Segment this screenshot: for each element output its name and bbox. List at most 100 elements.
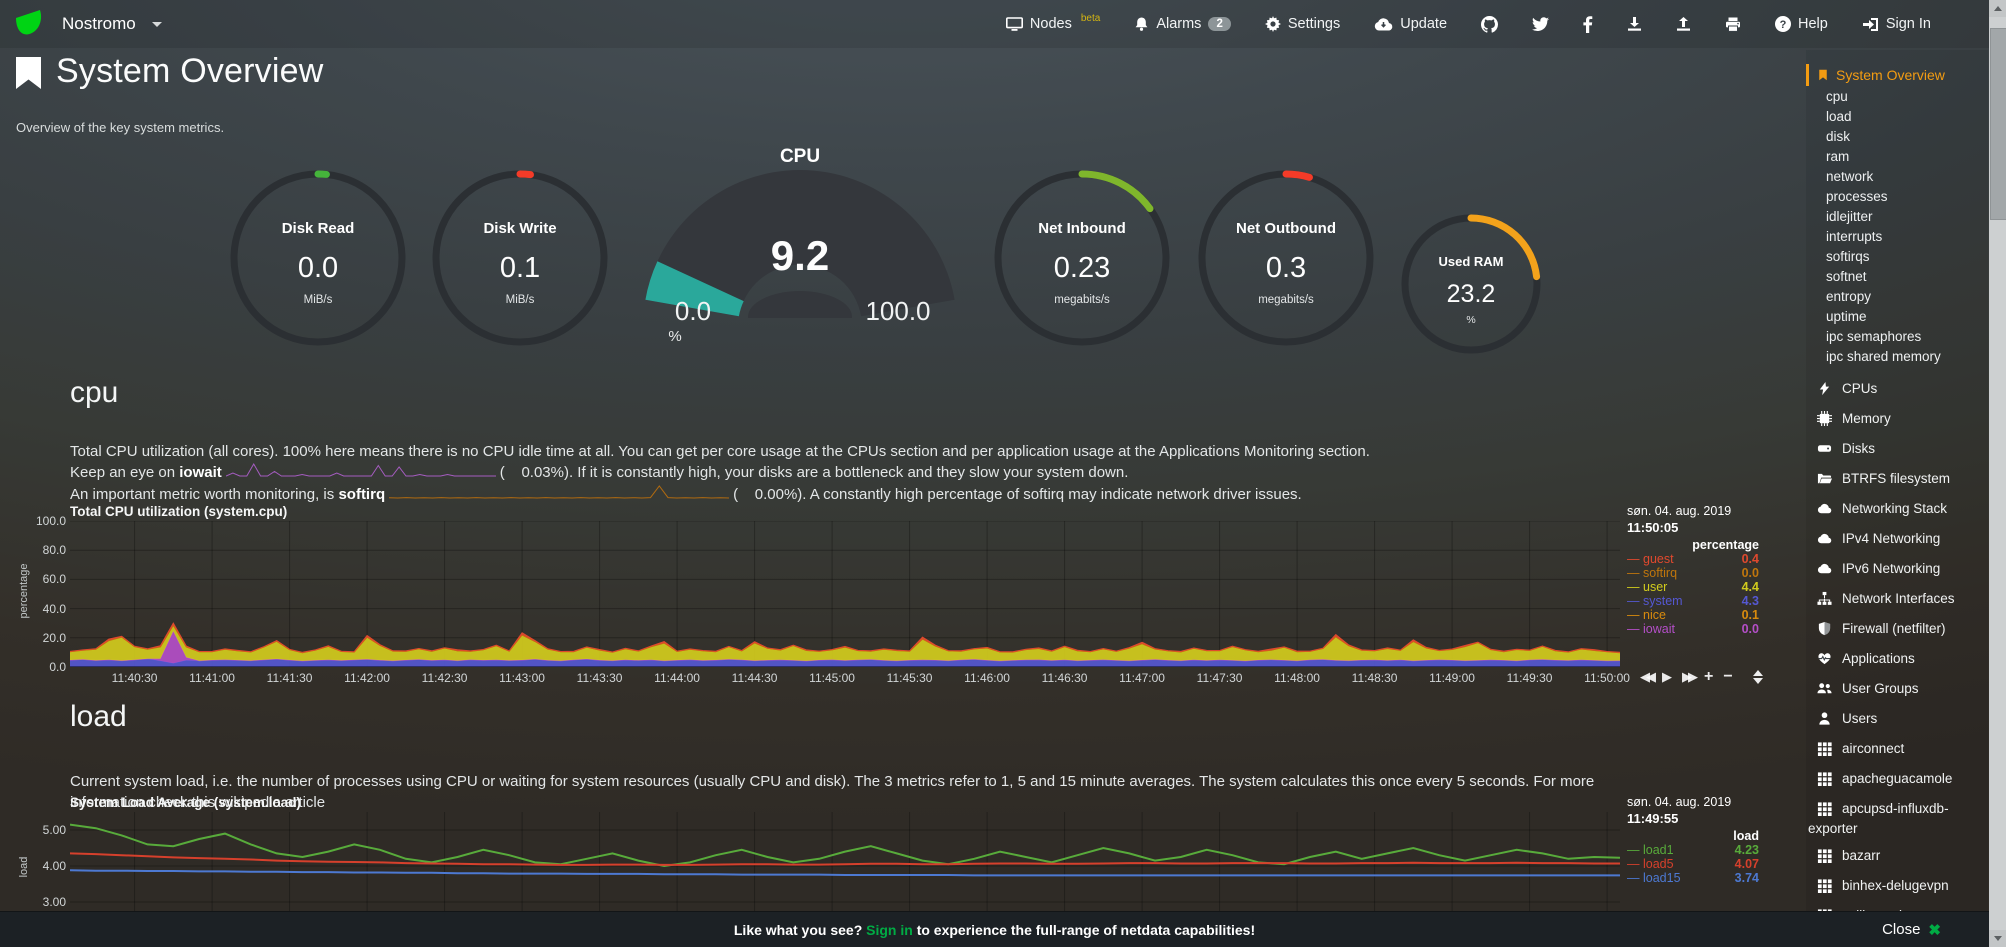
cloud-download-icon bbox=[1374, 17, 1393, 31]
signin-button[interactable]: Sign In bbox=[1862, 16, 1931, 32]
sidebar-item-network[interactable]: network bbox=[1806, 166, 1988, 186]
play-icon[interactable]: ▶ bbox=[1662, 669, 1672, 685]
twitter-button[interactable] bbox=[1532, 17, 1549, 32]
legend-item-guest[interactable]: —guest0.4 bbox=[1627, 552, 1759, 566]
zoom-out-icon[interactable]: − bbox=[1723, 668, 1732, 686]
download-button[interactable] bbox=[1627, 16, 1642, 32]
legend-item-system[interactable]: —system4.3 bbox=[1627, 594, 1759, 608]
settings-button[interactable]: Settings bbox=[1265, 16, 1340, 32]
scroll-down-arrow[interactable] bbox=[1989, 930, 2006, 947]
sidebar-item-entropy[interactable]: entropy bbox=[1806, 286, 1988, 306]
upload-button[interactable] bbox=[1676, 16, 1691, 32]
sidebar-item-ram[interactable]: ram bbox=[1806, 146, 1988, 166]
facebook-button[interactable] bbox=[1583, 16, 1593, 33]
gauge-net-inbound[interactable]: Net Inbound0.23megabits/s bbox=[994, 170, 1170, 346]
cpu-chart[interactable] bbox=[70, 521, 1620, 672]
netdata-logo[interactable] bbox=[14, 8, 44, 41]
sidebar-item-disks[interactable]: Disks bbox=[1806, 435, 1988, 465]
sidebar-item-firewall-netfilter-[interactable]: Firewall (netfilter) bbox=[1806, 615, 1988, 645]
signin-link[interactable]: Sign in bbox=[866, 922, 913, 938]
sidebar-item-idlejitter[interactable]: idlejitter bbox=[1806, 206, 1988, 226]
sidebar-item-memory[interactable]: Memory bbox=[1806, 405, 1988, 435]
github-button[interactable] bbox=[1481, 16, 1498, 33]
legend-item-nice[interactable]: —nice0.1 bbox=[1627, 608, 1759, 622]
sidebar-item-softirqs[interactable]: softirqs bbox=[1806, 246, 1988, 266]
sidebar-item-processes[interactable]: processes bbox=[1806, 186, 1988, 206]
grid-icon bbox=[1817, 771, 1833, 790]
sidebar-item-interrupts[interactable]: interrupts bbox=[1806, 226, 1988, 246]
sidebar-item-ipv6-networking[interactable]: IPv6 Networking bbox=[1806, 555, 1988, 585]
ytick-label: 5.00 bbox=[22, 823, 66, 837]
legend-item-softirq[interactable]: —softirq0.0 bbox=[1627, 566, 1759, 580]
xtick-label: 11:45:00 bbox=[809, 671, 855, 685]
zoom-in-icon[interactable]: + bbox=[1704, 668, 1713, 686]
sidebar-item-softnet[interactable]: softnet bbox=[1806, 266, 1988, 286]
sidebar-item-cpus[interactable]: CPUs bbox=[1806, 375, 1988, 405]
sidebar-item-cpu[interactable]: cpu bbox=[1806, 86, 1988, 106]
page-scrollbar[interactable] bbox=[1989, 0, 2006, 947]
monitor-icon bbox=[1006, 17, 1023, 32]
legend-item-load1[interactable]: —load14.23 bbox=[1627, 843, 1759, 857]
legend-item-load15[interactable]: —load153.74 bbox=[1627, 871, 1759, 885]
sidebar-item-applications[interactable]: Applications bbox=[1806, 645, 1988, 675]
sidebar-item-ipc-semaphores[interactable]: ipc semaphores bbox=[1806, 326, 1988, 346]
legend-date: søn. 04. aug. 2019 bbox=[1627, 795, 1759, 809]
gauge-units: MiB/s bbox=[432, 294, 608, 306]
sidebar-item-system-overview[interactable]: System Overview bbox=[1806, 64, 1988, 86]
gauge-value: 23.2 bbox=[1401, 280, 1541, 309]
sidebar-item-ipv4-networking[interactable]: IPv4 Networking bbox=[1806, 525, 1988, 555]
ytick-label: 40.0 bbox=[22, 602, 66, 616]
help-button[interactable]: ? Help bbox=[1775, 16, 1828, 32]
sidebar-item-apcupsd-influxdb-exporter[interactable]: apcupsd-influxdb-exporter bbox=[1806, 795, 1988, 842]
heartbeat-icon bbox=[1817, 651, 1833, 670]
gauge-cpu[interactable]: CPU 9.2 0.0 100.0 % bbox=[645, 146, 955, 356]
seek-forward-icon[interactable]: ▶▶ bbox=[1682, 669, 1694, 685]
sidebar-item-binhex-delugevpn[interactable]: binhex-delugevpn bbox=[1806, 872, 1988, 902]
caret-down-icon[interactable] bbox=[152, 22, 162, 27]
scroll-up-arrow[interactable] bbox=[1989, 0, 2006, 17]
legend-item-iowait[interactable]: —iowait0.0 bbox=[1627, 622, 1759, 636]
gauge-disk-read[interactable]: Disk Read0.0MiB/s bbox=[230, 170, 406, 346]
grid-icon bbox=[1817, 801, 1833, 820]
sidebar-item-user-groups[interactable]: User Groups bbox=[1806, 675, 1988, 705]
xtick-label: 11:43:00 bbox=[499, 671, 545, 685]
sidebar-item-uptime[interactable]: uptime bbox=[1806, 306, 1988, 326]
bookmark-icon bbox=[1817, 68, 1829, 82]
resize-handle-icon[interactable] bbox=[1753, 670, 1763, 684]
sidebar-item-disk[interactable]: disk bbox=[1806, 126, 1988, 146]
ytick-label: 20.0 bbox=[22, 631, 66, 645]
sidebar: System Overview cpuloaddiskramnetworkpro… bbox=[1806, 50, 1988, 912]
upload-icon bbox=[1676, 16, 1691, 32]
hostname-dropdown[interactable]: Nostromo bbox=[62, 14, 136, 34]
sidebar-item-bazarr[interactable]: bazarr bbox=[1806, 842, 1988, 872]
sidebar-item-networking-stack[interactable]: Networking Stack bbox=[1806, 495, 1988, 525]
sidebar-item-airconnect[interactable]: airconnect bbox=[1806, 735, 1988, 765]
cloud-icon bbox=[1817, 561, 1833, 580]
xtick-label: 11:42:00 bbox=[344, 671, 390, 685]
gauge-disk-write[interactable]: Disk Write0.1MiB/s bbox=[432, 170, 608, 346]
sidebar-item-ipc-shared-memory[interactable]: ipc shared memory bbox=[1806, 346, 1988, 366]
sidebar-item-network-interfaces[interactable]: Network Interfaces bbox=[1806, 585, 1988, 615]
gauge-used-ram[interactable]: Used RAM23.2% bbox=[1401, 214, 1541, 354]
sidebar-item-load[interactable]: load bbox=[1806, 106, 1988, 126]
seek-backward-icon[interactable]: ◀◀ bbox=[1640, 669, 1652, 685]
print-button[interactable] bbox=[1725, 17, 1741, 32]
netdata-dashboard: Nostromo Nodesbeta Alarms 2 Settings Upd… bbox=[0, 0, 2006, 947]
sidebar-item-btrfs-filesystem[interactable]: BTRFS filesystem bbox=[1806, 465, 1988, 495]
scrollbar-thumb[interactable] bbox=[1990, 28, 2006, 220]
close-banner-button[interactable]: Close✖ bbox=[1882, 921, 1941, 939]
gauge-value: 0.0 bbox=[230, 252, 406, 285]
gauge-units: megabits/s bbox=[1198, 294, 1374, 306]
legend-item-load5[interactable]: —load54.07 bbox=[1627, 857, 1759, 871]
shield-icon bbox=[1817, 621, 1833, 640]
xtick-label: 11:40:30 bbox=[112, 671, 158, 685]
cloud-icon bbox=[1817, 531, 1833, 550]
load-chart-legend: søn. 04. aug. 201911:49:55load—load14.23… bbox=[1627, 795, 1759, 885]
alarms-button[interactable]: Alarms 2 bbox=[1134, 16, 1231, 32]
sidebar-item-apacheguacamole[interactable]: apacheguacamole bbox=[1806, 765, 1988, 795]
nodes-button[interactable]: Nodesbeta bbox=[1006, 16, 1100, 32]
sidebar-item-users[interactable]: Users bbox=[1806, 705, 1988, 735]
gauge-net-outbound[interactable]: Net Outbound0.3megabits/s bbox=[1198, 170, 1374, 346]
legend-item-user[interactable]: —user4.4 bbox=[1627, 580, 1759, 594]
update-button[interactable]: Update bbox=[1374, 16, 1447, 32]
